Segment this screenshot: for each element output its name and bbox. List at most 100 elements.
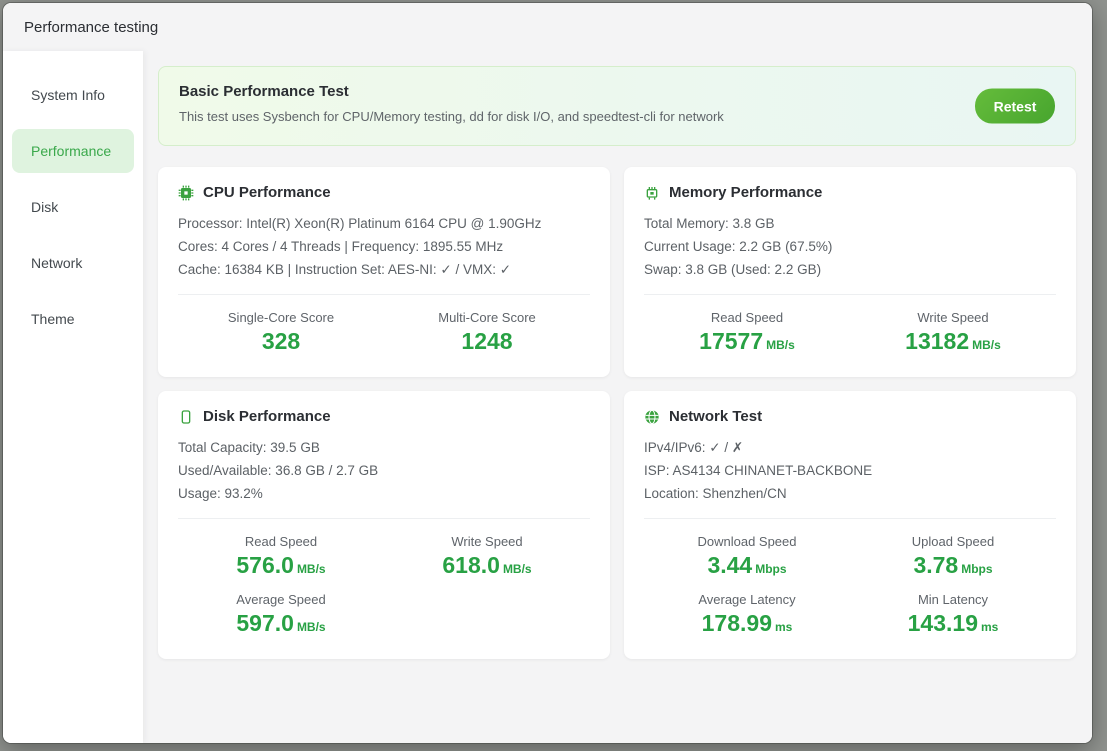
cpu-performance-card: CPU PerformanceProcessor: Intel(R) Xeon(… bbox=[158, 167, 610, 377]
network-test-card: Network Test IPv4/IPv6: ✓ / ✗ISP: AS4134 … bbox=[624, 391, 1076, 659]
card-info-line: Total Memory: 3.8 GB bbox=[644, 212, 1056, 235]
sidebar-item-label: System Info bbox=[31, 87, 105, 103]
cpu-icon bbox=[178, 185, 194, 201]
network-icon bbox=[644, 409, 660, 425]
metric-unit: Mbps bbox=[961, 562, 992, 576]
metric-value-row: 17577MB/s bbox=[644, 328, 850, 355]
metric-unit: MB/s bbox=[503, 562, 532, 576]
metric-value-row: 3.44Mbps bbox=[644, 552, 850, 579]
main-content: Basic Performance Test This test uses Sy… bbox=[143, 51, 1092, 743]
card-info-line: Used/Available: 36.8 GB / 2.7 GB bbox=[178, 459, 590, 482]
sidebar-item-label: Network bbox=[31, 255, 82, 271]
card-header: Memory Performance bbox=[644, 184, 1056, 201]
metric-label: Multi-Core Score bbox=[384, 310, 590, 325]
metric-value: 17577 bbox=[699, 328, 763, 355]
window-header: Performance testing bbox=[3, 3, 1092, 51]
metric-label: Upload Speed bbox=[850, 534, 1056, 549]
banner-title: Basic Performance Test bbox=[179, 83, 1055, 100]
card-metrics: Download Speed3.44MbpsUpload Speed3.78Mb… bbox=[644, 519, 1056, 637]
card-metrics: Read Speed576.0MB/sWrite Speed618.0MB/sA… bbox=[178, 519, 590, 637]
metric-read-speed: Read Speed 17577MB/s bbox=[644, 310, 850, 355]
card-title: Disk Performance bbox=[203, 408, 331, 425]
banner-description: This test uses Sysbench for CPU/Memory t… bbox=[179, 109, 1055, 124]
disk-performance-card: Disk PerformanceTotal Capacity: 39.5 GBU… bbox=[158, 391, 610, 659]
metric-value-row: 328 bbox=[178, 328, 384, 355]
performance-testing-window: Performance testing System Info Performan… bbox=[3, 3, 1092, 743]
metric-value-row: 178.99ms bbox=[644, 610, 850, 637]
metric-download-speed: Download Speed 3.44Mbps bbox=[644, 534, 850, 579]
sidebar-item-theme[interactable]: Theme bbox=[12, 297, 134, 341]
metric-unit: ms bbox=[981, 620, 998, 634]
card-header: Network Test bbox=[644, 408, 1056, 425]
sidebar-item-label: Performance bbox=[31, 143, 111, 159]
card-info-line: ISP: AS4134 CHINANET-BACKBONE bbox=[644, 459, 1056, 482]
metric-value: 1248 bbox=[461, 328, 512, 355]
sidebar-item-system-info[interactable]: System Info bbox=[12, 73, 134, 117]
metric-upload-speed: Upload Speed 3.78Mbps bbox=[850, 534, 1056, 579]
metric-value-row: 3.78Mbps bbox=[850, 552, 1056, 579]
metric-min-latency: Min Latency 143.19ms bbox=[850, 592, 1056, 637]
sidebar-item-performance[interactable]: Performance bbox=[12, 129, 134, 173]
metric-value: 597.0 bbox=[236, 610, 294, 637]
sidebar-item-network[interactable]: Network bbox=[12, 241, 134, 285]
metric-label: Average Latency bbox=[644, 592, 850, 607]
card-info-line: Location: Shenzhen/CN bbox=[644, 482, 1056, 505]
card-metrics: Read Speed17577MB/sWrite Speed13182MB/s bbox=[644, 295, 1056, 355]
metric-value: 3.78 bbox=[913, 552, 958, 579]
card-header: Disk Performance bbox=[178, 408, 590, 425]
metric-unit: MB/s bbox=[766, 338, 795, 352]
metric-value: 178.99 bbox=[702, 610, 772, 637]
sidebar-item-label: Theme bbox=[31, 311, 75, 327]
window-title: Performance testing bbox=[24, 19, 158, 36]
card-title: CPU Performance bbox=[203, 184, 331, 201]
metric-value: 13182 bbox=[905, 328, 969, 355]
card-metrics: Single-Core Score 328 Multi-Core Score 1248 bbox=[178, 295, 590, 355]
metric-label: Read Speed bbox=[178, 534, 384, 549]
metric-value-row: 576.0MB/s bbox=[178, 552, 384, 579]
metric-unit: Mbps bbox=[755, 562, 786, 576]
metric-value-row: 1248 bbox=[384, 328, 590, 355]
metric-label: Read Speed bbox=[644, 310, 850, 325]
retest-button[interactable]: Retest bbox=[975, 89, 1055, 124]
card-info-line: Current Usage: 2.2 GB (67.5%) bbox=[644, 235, 1056, 258]
metric-value-row: 13182MB/s bbox=[850, 328, 1056, 355]
metric-value-row: 618.0MB/s bbox=[384, 552, 590, 579]
metric-label: Write Speed bbox=[384, 534, 590, 549]
metric-value: 143.19 bbox=[908, 610, 978, 637]
card-title: Network Test bbox=[669, 408, 762, 425]
card-info-line: Swap: 3.8 GB (Used: 2.2 GB) bbox=[644, 258, 1056, 281]
window-body: System Info Performance Disk Network Theme B… bbox=[3, 51, 1092, 743]
card-info-line: Cache: 16384 KB | Instruction Set: AES-N… bbox=[178, 258, 590, 281]
metric-unit: MB/s bbox=[297, 562, 326, 576]
card-header: CPU Performance bbox=[178, 184, 590, 201]
metric-value: 618.0 bbox=[442, 552, 500, 579]
metric-multi-core-score: Multi-Core Score 1248 bbox=[384, 310, 590, 355]
metric-value: 576.0 bbox=[236, 552, 294, 579]
metric-label: Min Latency bbox=[850, 592, 1056, 607]
metric-write-speed: Write Speed 13182MB/s bbox=[850, 310, 1056, 355]
metric-value-row: 597.0MB/s bbox=[178, 610, 384, 637]
metric-label: Download Speed bbox=[644, 534, 850, 549]
card-info-line: Total Capacity: 39.5 GB bbox=[178, 436, 590, 459]
metric-unit: MB/s bbox=[972, 338, 1001, 352]
metric-label: Write Speed bbox=[850, 310, 1056, 325]
card-info-line: Cores: 4 Cores / 4 Threads | Frequency: … bbox=[178, 235, 590, 258]
card-info-line: Usage: 93.2% bbox=[178, 482, 590, 505]
sidebar-item-disk[interactable]: Disk bbox=[12, 185, 134, 229]
metric-value-row: 143.19ms bbox=[850, 610, 1056, 637]
metric-label: Average Speed bbox=[178, 592, 384, 607]
metric-read-speed: Read Speed 576.0MB/s bbox=[178, 534, 384, 579]
metric-unit: MB/s bbox=[297, 620, 326, 634]
metric-write-speed: Write Speed 618.0MB/s bbox=[384, 534, 590, 579]
metric-label: Single-Core Score bbox=[178, 310, 384, 325]
card-title: Memory Performance bbox=[669, 184, 822, 201]
card-info-line: IPv4/IPv6: ✓ / ✗ bbox=[644, 436, 1056, 459]
basic-performance-test-banner: Basic Performance Test This test uses Sy… bbox=[158, 66, 1076, 146]
metric-average-latency: Average Latency 178.99ms bbox=[644, 592, 850, 637]
metric-average-speed: Average Speed 597.0MB/s bbox=[178, 592, 384, 637]
page-backdrop: Performance testing System Info Performan… bbox=[0, 0, 1107, 751]
metric-single-core-score: Single-Core Score 328 bbox=[178, 310, 384, 355]
sidebar-item-label: Disk bbox=[31, 199, 58, 215]
memory-performance-card: Memory Performance Total Memory: 3.8 GBCu… bbox=[624, 167, 1076, 377]
metric-value: 328 bbox=[262, 328, 300, 355]
